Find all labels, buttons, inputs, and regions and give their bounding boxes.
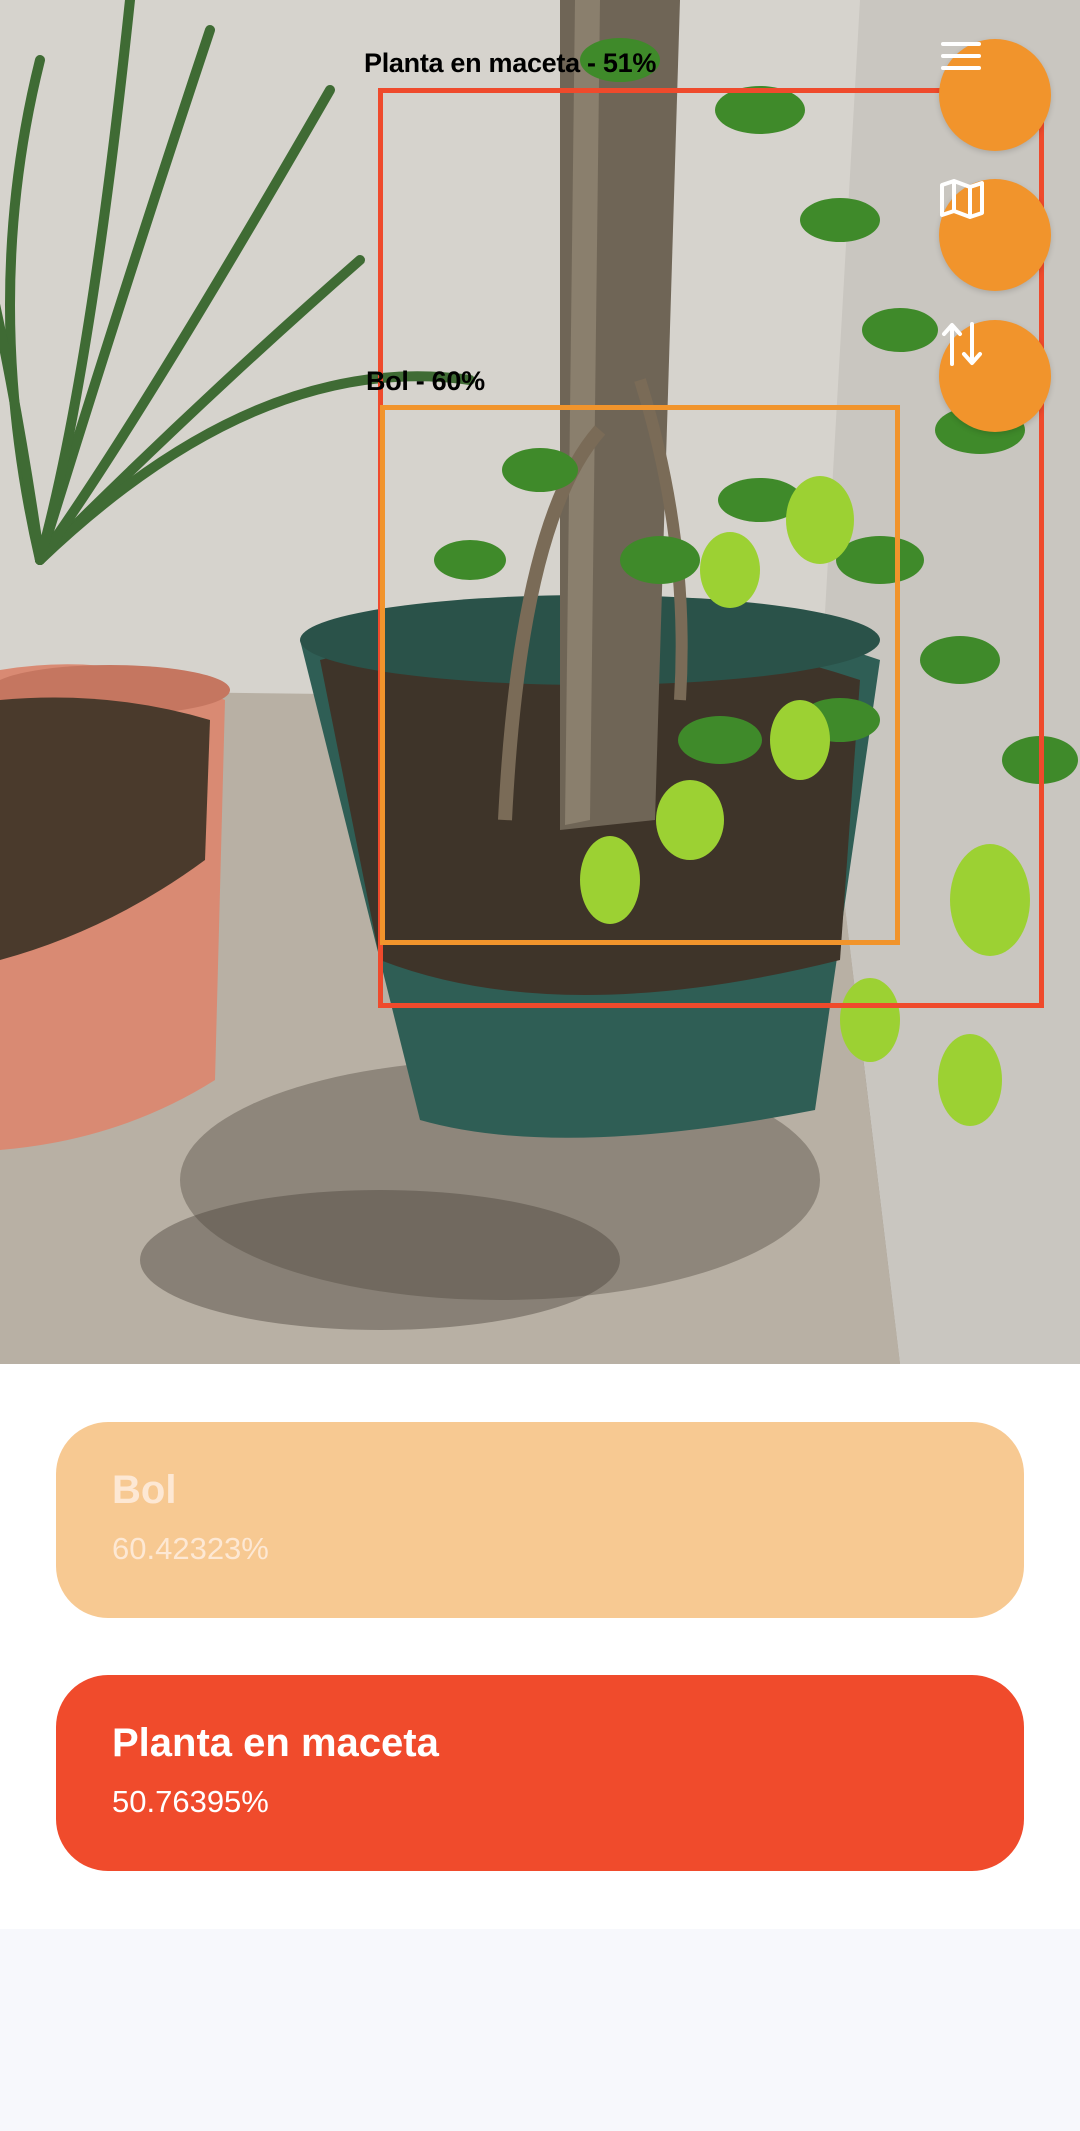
result-confidence: 50.76395% (112, 1784, 269, 1819)
result-card-planta[interactable]: Planta en maceta 50.76395% (56, 1675, 1024, 1871)
detection-box-bol (380, 405, 900, 945)
result-title: Planta en maceta (112, 1721, 439, 1765)
result-confidence: 60.42323% (112, 1531, 269, 1566)
results-panel: Bol 60.42323% Planta en maceta 50.76395% (0, 1364, 1080, 1929)
swap-camera-button[interactable] (939, 320, 1051, 432)
menu-icon (941, 42, 981, 70)
camera-photo: Planta en maceta - 51% Bol - 60% (0, 0, 1080, 1364)
map-button[interactable] (939, 179, 1051, 291)
swap-vertical-icon (942, 322, 982, 366)
detection-label-bol: Bol - 60% (366, 366, 485, 396)
result-title: Bol (112, 1468, 177, 1512)
result-card-bol[interactable]: Bol 60.42323% (56, 1422, 1024, 1618)
map-icon (940, 179, 984, 219)
menu-button[interactable] (939, 39, 1051, 151)
detection-label-planta: Planta en maceta - 51% (364, 48, 657, 78)
